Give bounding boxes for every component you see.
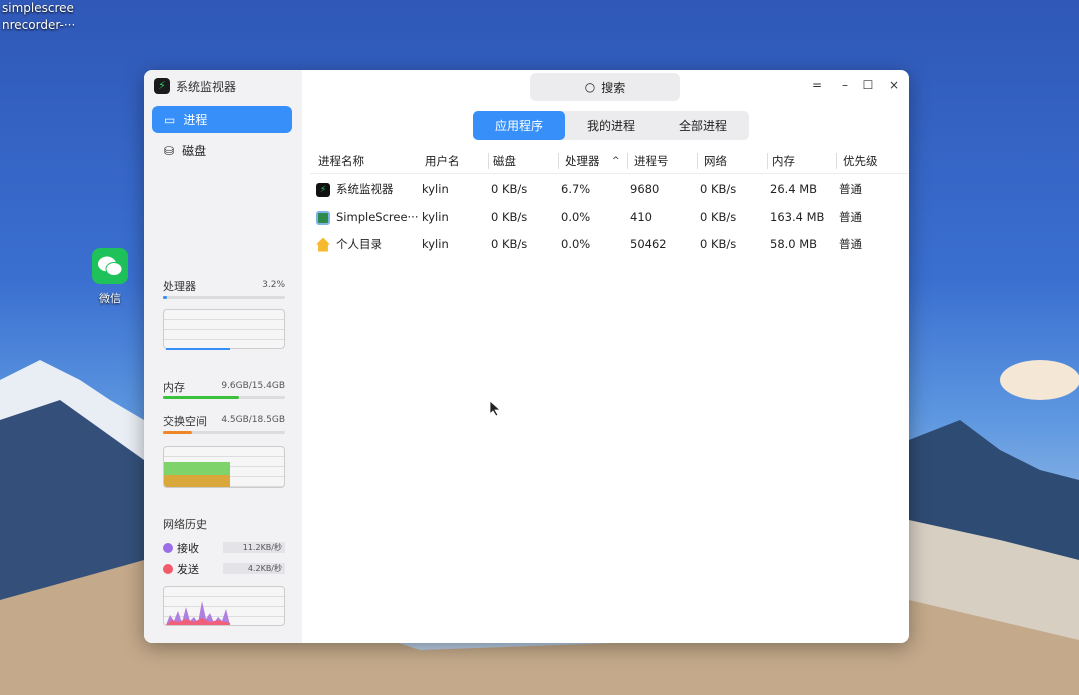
search-input[interactable]: ○ 搜索 <box>530 73 680 101</box>
process-network: 0 KB/s <box>700 182 737 196</box>
wechat-icon[interactable] <box>92 248 128 284</box>
cpu-label: 处理器 <box>163 280 196 293</box>
process-disk: 0 KB/s <box>491 210 528 224</box>
header-name[interactable]: 进程名称 <box>318 148 364 174</box>
swap-label: 交换空间 <box>163 415 207 428</box>
memory-label: 内存 <box>163 381 185 394</box>
receive-value: 11.2KB/秒 <box>223 542 285 553</box>
process-pid: 410 <box>630 210 652 224</box>
minimize-button[interactable]: – <box>838 78 852 92</box>
window-title: 系统监视器 <box>176 80 237 94</box>
sidebar: ⚡ 系统监视器 ▭ 进程 ⛁ 磁盘 处理器 3.2% 内存 9.6GB/15.4GB… <box>144 70 302 643</box>
network-graph <box>163 586 285 626</box>
menu-button[interactable]: = <box>810 78 824 92</box>
process-memory: 26.4 MB <box>770 182 818 196</box>
process-cpu: 0.0% <box>561 210 591 224</box>
process-network: 0 KB/s <box>700 237 737 251</box>
network-receive: 接收 11.2KB/秒 <box>163 541 285 555</box>
home-folder-icon <box>316 237 330 252</box>
process-disk: 0 KB/s <box>491 182 528 196</box>
header-network[interactable]: 网络 <box>704 148 727 174</box>
process-user: kylin <box>422 237 449 251</box>
process-user: kylin <box>422 210 449 224</box>
memory-value: 9.6GB/15.4GB <box>221 381 285 391</box>
send-label: 发送 <box>177 562 199 576</box>
header-cpu[interactable]: 处理器 <box>565 148 600 174</box>
process-tabs: 应用程序 我的进程 全部进程 <box>473 111 749 140</box>
monitor-icon: ⚡ <box>316 182 330 197</box>
header-memory[interactable]: 内存 <box>772 148 795 174</box>
memory-bar <box>163 396 285 399</box>
system-monitor-window: ⚡ 系统监视器 ▭ 进程 ⛁ 磁盘 处理器 3.2% 内存 9.6GB/15.4GB… <box>144 70 909 643</box>
screenrecorder-icon <box>316 210 330 225</box>
cpu-graph <box>163 309 285 349</box>
desktop-file-label[interactable]: simplescree nrecorder-··· <box>2 0 75 34</box>
memory-graph <box>163 446 285 488</box>
close-button[interactable]: × <box>887 78 901 92</box>
swap-bar <box>163 431 285 434</box>
app-logo-icon: ⚡ <box>154 78 170 94</box>
process-cpu: 0.0% <box>561 237 591 251</box>
tab-my-processes[interactable]: 我的进程 <box>565 111 657 140</box>
process-name: SimpleScree··· <box>336 210 419 224</box>
maximize-button[interactable]: ☐ <box>861 78 875 92</box>
cpu-graph-line <box>166 348 230 350</box>
process-memory: 58.0 MB <box>770 237 818 251</box>
nav-label: 磁盘 <box>182 144 207 158</box>
receive-icon <box>163 542 173 553</box>
sidebar-item-disk[interactable]: ⛁ 磁盘 <box>152 137 292 164</box>
table-row[interactable]: SimpleScree··· kylin 0 KB/s 0.0% 410 0 K… <box>310 204 909 230</box>
network-send: 发送 4.2KB/秒 <box>163 562 285 576</box>
process-priority: 普通 <box>839 182 862 196</box>
header-pid[interactable]: 进程号 <box>634 148 669 174</box>
wechat-label: 微信 <box>99 292 121 305</box>
process-priority: 普通 <box>839 210 862 224</box>
table-row[interactable]: ⚡ 系统监视器 kylin 0 KB/s 6.7% 9680 0 KB/s 26.… <box>310 176 909 202</box>
search-placeholder: 搜索 <box>601 80 626 95</box>
table-row[interactable]: 个人目录 kylin 0 KB/s 0.0% 50462 0 KB/s 58.0… <box>310 231 909 257</box>
send-value: 4.2KB/秒 <box>223 563 285 574</box>
cpu-bar <box>163 296 285 299</box>
send-icon <box>163 563 173 574</box>
process-user: kylin <box>422 182 449 196</box>
process-disk: 0 KB/s <box>491 237 528 251</box>
receive-label: 接收 <box>177 541 199 555</box>
header-disk[interactable]: 磁盘 <box>493 148 516 174</box>
mouse-cursor-icon <box>490 401 502 417</box>
process-network: 0 KB/s <box>700 210 737 224</box>
cpu-value: 3.2% <box>262 280 285 290</box>
swap-value: 4.5GB/18.5GB <box>221 415 285 425</box>
table-header: 进程名称 用户名 磁盘 处理器 ^ 进程号 网络 内存 优先级 <box>310 148 909 174</box>
process-pid: 9680 <box>630 182 660 196</box>
process-pid: 50462 <box>630 237 667 251</box>
search-icon: ○ <box>584 80 596 94</box>
disk-icon: ⛁ <box>164 143 175 158</box>
header-priority[interactable]: 优先级 <box>843 148 878 174</box>
process-memory: 163.4 MB <box>770 210 825 224</box>
tab-applications[interactable]: 应用程序 <box>473 111 565 140</box>
process-priority: 普通 <box>839 237 862 251</box>
sort-ascending-icon: ^ <box>612 156 620 166</box>
nav-label: 进程 <box>183 113 208 127</box>
tab-all-processes[interactable]: 全部进程 <box>657 111 749 140</box>
sidebar-item-process[interactable]: ▭ 进程 <box>152 106 292 133</box>
header-user[interactable]: 用户名 <box>425 148 460 174</box>
network-history-title: 网络历史 <box>163 518 207 531</box>
process-name: 系统监视器 <box>336 182 394 196</box>
process-cpu: 6.7% <box>561 182 591 196</box>
process-name: 个人目录 <box>336 237 382 251</box>
process-icon: ▭ <box>164 112 176 127</box>
